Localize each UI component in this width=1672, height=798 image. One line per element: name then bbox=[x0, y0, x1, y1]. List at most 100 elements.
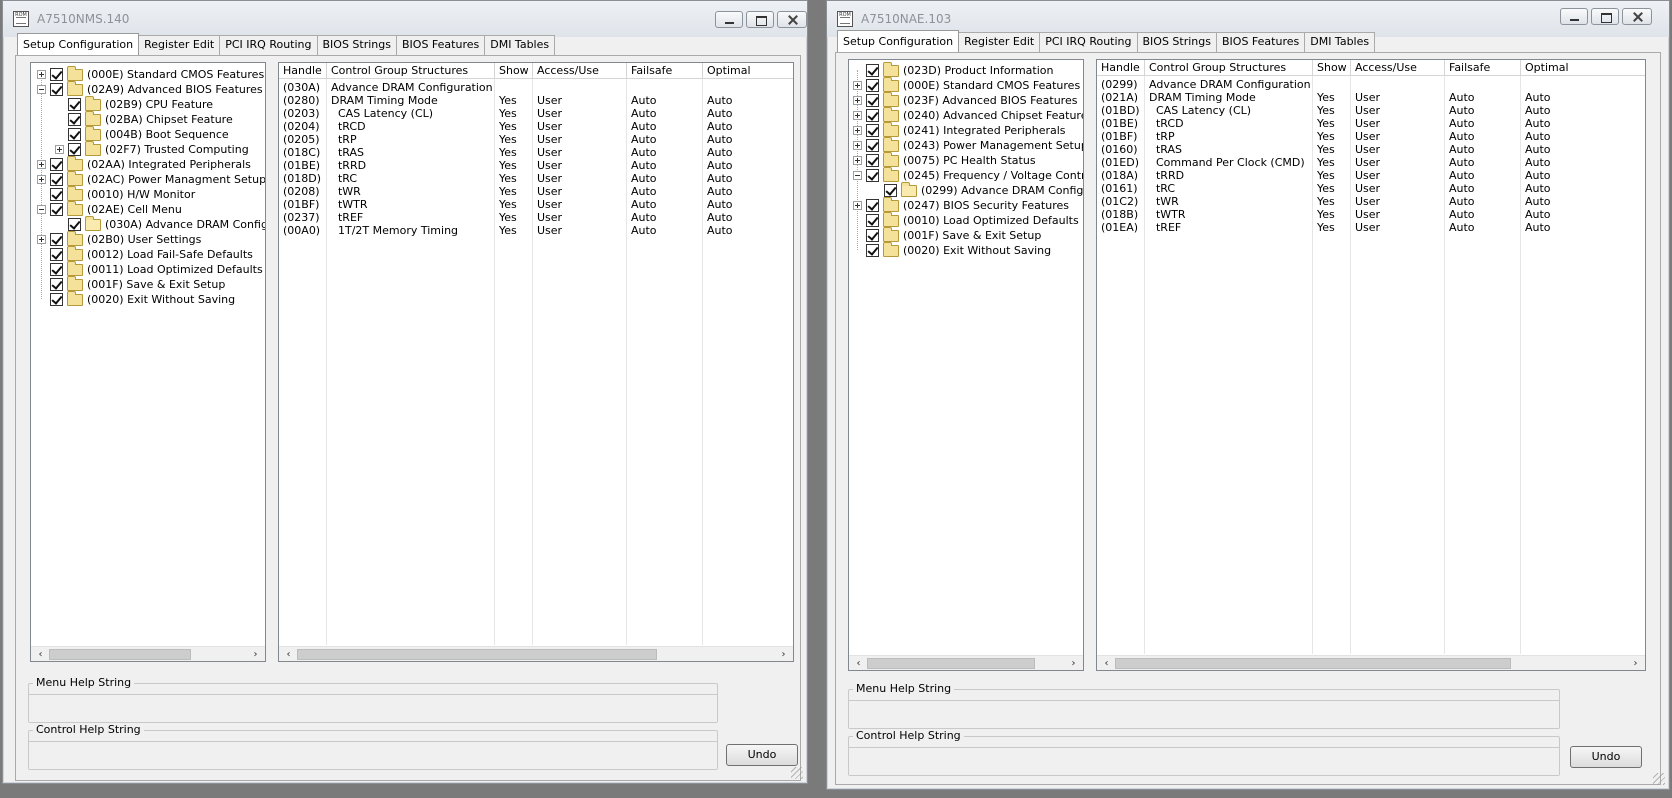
tree-item[interactable]: (02AC) Power Managment Setup bbox=[37, 170, 265, 187]
setup-tree[interactable]: (023D) Product Information (000E) Standar… bbox=[848, 59, 1084, 671]
scroll-right-icon[interactable]: › bbox=[776, 647, 791, 661]
table-row[interactable]: (0161) tRC Yes User Auto Auto bbox=[1097, 182, 1645, 195]
tree-item-checkbox[interactable] bbox=[50, 83, 63, 96]
tree-item-checkbox[interactable] bbox=[866, 169, 879, 182]
table-row[interactable]: (01BF) tWTR Yes User Auto Auto bbox=[279, 198, 793, 211]
expand-icon[interactable] bbox=[853, 96, 862, 105]
tree-item[interactable]: (0010) Load Optimized Defaults bbox=[853, 211, 1079, 228]
column-header[interactable]: Optimal bbox=[703, 63, 793, 79]
tree-item-checkbox[interactable] bbox=[866, 94, 879, 107]
table-row[interactable]: (0204) tRCD Yes User Auto Auto bbox=[279, 120, 793, 133]
tree-item-checkbox[interactable] bbox=[50, 263, 63, 276]
title-bar[interactable]: ROM A7510NMS.140 bbox=[3, 1, 807, 37]
column-header[interactable]: Handle bbox=[1097, 60, 1145, 76]
column-header[interactable]: Access/Use bbox=[533, 63, 627, 79]
scroll-right-icon[interactable]: › bbox=[1628, 656, 1643, 670]
tree-item[interactable]: (004B) Boot Sequence bbox=[55, 125, 229, 142]
tree-item-checkbox[interactable] bbox=[50, 68, 63, 81]
table-row[interactable]: (018A) tRRD Yes User Auto Auto bbox=[1097, 169, 1645, 182]
tab-register-edit[interactable]: Register Edit bbox=[958, 32, 1041, 52]
close-button[interactable] bbox=[777, 11, 807, 28]
tree-item-checkbox[interactable] bbox=[68, 128, 81, 141]
tree-item[interactable]: (0011) Load Optimized Defaults bbox=[37, 260, 263, 277]
table-row[interactable]: (01C2) tWR Yes User Auto Auto bbox=[1097, 195, 1645, 208]
tab-bios-strings[interactable]: BIOS Strings bbox=[316, 35, 397, 55]
tree-item-checkbox[interactable] bbox=[68, 143, 81, 156]
expand-icon[interactable] bbox=[853, 156, 862, 165]
tree-item[interactable]: (02B0) User Settings bbox=[37, 230, 201, 247]
tree-item[interactable]: (02B9) CPU Feature bbox=[55, 95, 213, 112]
tree-item-checkbox[interactable] bbox=[866, 79, 879, 92]
resize-grip[interactable] bbox=[791, 767, 803, 779]
table-row[interactable]: (01BF) tRP Yes User Auto Auto bbox=[1097, 130, 1645, 143]
table-row[interactable]: (01BD) CAS Latency (CL) Yes User Auto Auto bbox=[1097, 104, 1645, 117]
scroll-left-icon[interactable]: ‹ bbox=[33, 647, 48, 661]
tree-item[interactable]: (001F) Save & Exit Setup bbox=[37, 275, 225, 292]
tree-item[interactable]: (02AE) Cell Menu bbox=[37, 200, 182, 217]
tree-item-checkbox[interactable] bbox=[866, 64, 879, 77]
tree-item-checkbox[interactable] bbox=[866, 154, 879, 167]
undo-button[interactable]: Undo bbox=[1570, 746, 1642, 768]
expand-icon[interactable] bbox=[853, 81, 862, 90]
tree-item[interactable]: (0299) Advance DRAM Configura bbox=[871, 181, 1083, 198]
tree-item[interactable]: (0247) BIOS Security Features bbox=[853, 196, 1069, 213]
tree-item-checkbox[interactable] bbox=[50, 248, 63, 261]
column-header[interactable]: Access/Use bbox=[1351, 60, 1445, 76]
expand-icon[interactable] bbox=[37, 160, 46, 169]
grid-horizontal-scrollbar[interactable]: ‹ › bbox=[279, 646, 793, 661]
resize-grip[interactable] bbox=[1653, 773, 1665, 785]
tree-item-checkbox[interactable] bbox=[68, 218, 81, 231]
expand-icon[interactable] bbox=[37, 70, 46, 79]
grid-horizontal-scrollbar[interactable]: ‹ › bbox=[1097, 655, 1645, 670]
column-header[interactable]: Show bbox=[1313, 60, 1351, 76]
tab-pci-irq-routing[interactable]: PCI IRQ Routing bbox=[1039, 32, 1138, 52]
tree-horizontal-scrollbar[interactable]: ‹ › bbox=[31, 646, 265, 661]
table-row[interactable]: (01BE) tRCD Yes User Auto Auto bbox=[1097, 117, 1645, 130]
table-row[interactable]: (018B) tWTR Yes User Auto Auto bbox=[1097, 208, 1645, 221]
scroll-left-icon[interactable]: ‹ bbox=[1099, 656, 1114, 670]
tree-item-checkbox[interactable] bbox=[866, 214, 879, 227]
tree-horizontal-scrollbar[interactable]: ‹ › bbox=[849, 655, 1083, 670]
tree-item-checkbox[interactable] bbox=[68, 98, 81, 111]
column-header[interactable]: Control Group Structures bbox=[1145, 60, 1313, 76]
scrollbar-thumb[interactable] bbox=[1115, 658, 1511, 669]
tab-bios-features[interactable]: BIOS Features bbox=[396, 35, 486, 55]
tree-item[interactable]: (02A9) Advanced BIOS Features bbox=[37, 80, 263, 97]
tree-item[interactable]: (001F) Save & Exit Setup bbox=[853, 226, 1041, 243]
tree-item-checkbox[interactable] bbox=[866, 244, 879, 257]
expand-icon[interactable] bbox=[37, 235, 46, 244]
tree-item-checkbox[interactable] bbox=[866, 229, 879, 242]
minimize-button[interactable] bbox=[715, 11, 743, 28]
expand-icon[interactable] bbox=[853, 201, 862, 210]
table-row[interactable]: (018C) tRAS Yes User Auto Auto bbox=[279, 146, 793, 159]
table-row[interactable]: (030A) Advance DRAM Configuration bbox=[279, 81, 793, 94]
tree-item[interactable]: (0243) Power Management Setup bbox=[853, 136, 1083, 153]
tree-item-checkbox[interactable] bbox=[68, 113, 81, 126]
scrollbar-thumb[interactable] bbox=[867, 658, 1035, 669]
tree-item-checkbox[interactable] bbox=[50, 158, 63, 171]
column-header[interactable]: Failsafe bbox=[627, 63, 703, 79]
column-header[interactable]: Failsafe bbox=[1445, 60, 1521, 76]
tree-item-checkbox[interactable] bbox=[50, 173, 63, 186]
tree-item-checkbox[interactable] bbox=[866, 139, 879, 152]
tree-item[interactable]: (000E) Standard CMOS Features bbox=[853, 76, 1080, 93]
tree-item-checkbox[interactable] bbox=[866, 199, 879, 212]
tree-item[interactable]: (02F7) Trusted Computing bbox=[55, 140, 249, 157]
tab-dmi-tables[interactable]: DMI Tables bbox=[1304, 32, 1376, 52]
table-row[interactable]: (0203) CAS Latency (CL) Yes User Auto Auto bbox=[279, 107, 793, 120]
tree-item[interactable]: (0020) Exit Without Saving bbox=[37, 290, 235, 307]
tree-item-checkbox[interactable] bbox=[50, 278, 63, 291]
setup-tree[interactable]: (000E) Standard CMOS Features (02A9) Adva… bbox=[30, 62, 266, 662]
scrollbar-thumb[interactable] bbox=[49, 649, 191, 660]
expand-icon[interactable] bbox=[853, 111, 862, 120]
tab-bios-features[interactable]: BIOS Features bbox=[1216, 32, 1306, 52]
tree-item[interactable]: (02BA) Chipset Feature bbox=[55, 110, 233, 127]
expand-icon[interactable] bbox=[55, 145, 64, 154]
tree-item-checkbox[interactable] bbox=[50, 188, 63, 201]
column-header[interactable]: Control Group Structures bbox=[327, 63, 495, 79]
tree-item[interactable]: (023D) Product Information bbox=[853, 61, 1053, 78]
minimize-button[interactable] bbox=[1560, 8, 1588, 25]
scroll-left-icon[interactable]: ‹ bbox=[851, 656, 866, 670]
expand-icon[interactable] bbox=[37, 175, 46, 184]
tree-item[interactable]: (0010) H/W Monitor bbox=[37, 185, 195, 202]
